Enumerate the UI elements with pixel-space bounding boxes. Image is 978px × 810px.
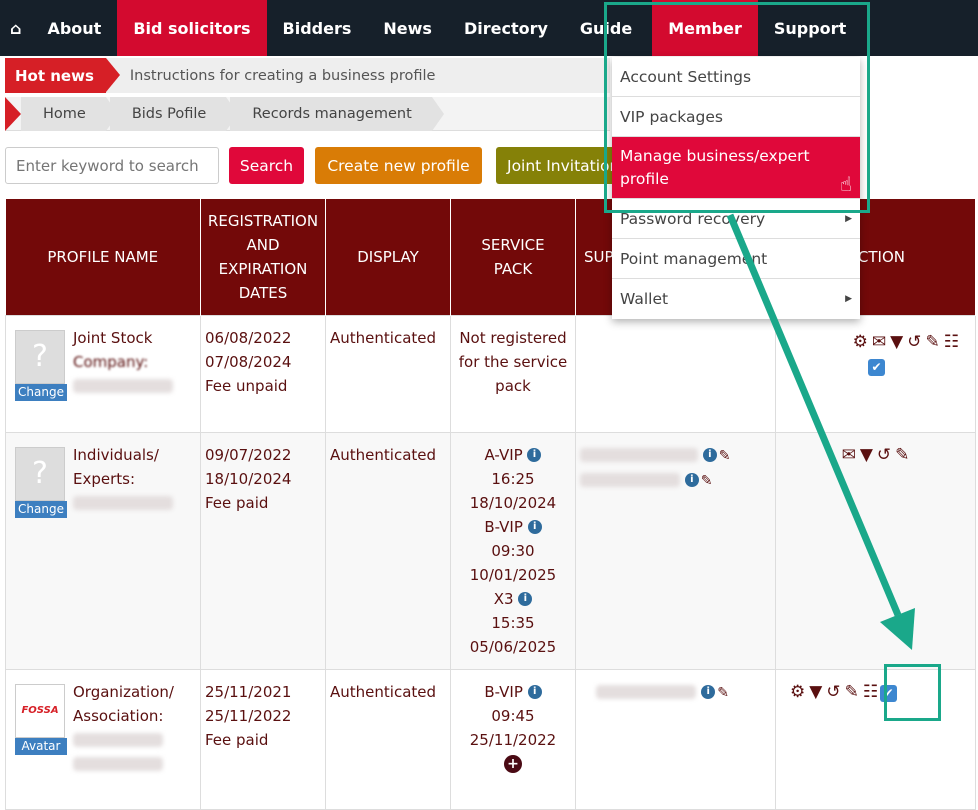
annotation-arrow [726, 213, 915, 650]
